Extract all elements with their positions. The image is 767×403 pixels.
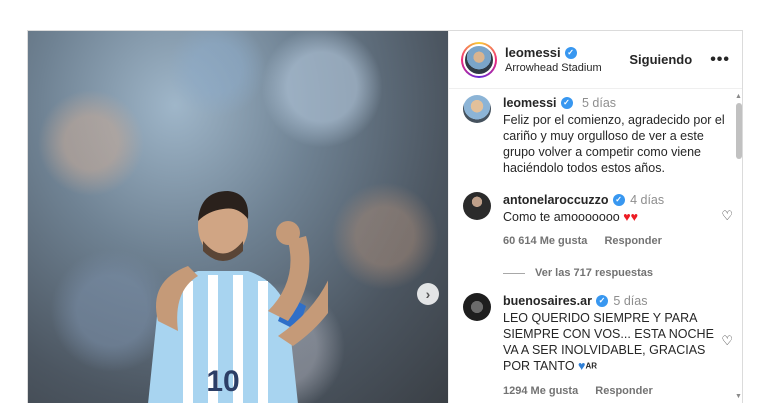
comment-username[interactable]: antonelaroccuzzo: [503, 192, 609, 208]
caption: leomessi ✓ 5 días Feliz por el comienzo,…: [463, 95, 733, 176]
scroll-up-icon[interactable]: ▲: [735, 93, 742, 100]
comment-item: antonelaroccuzzo ✓ 4 días Como te amoooo…: [463, 192, 733, 249]
verified-icon: ✓: [560, 97, 573, 109]
jersey-number: 10: [206, 365, 239, 398]
post-sidebar: leomessi ✓ Arrowhead Stadium Siguiendo •…: [448, 31, 742, 403]
caption-time[interactable]: 5 días: [582, 96, 616, 110]
post-header: leomessi ✓ Arrowhead Stadium Siguiendo •…: [449, 31, 742, 89]
like-comment-heart-icon[interactable]: ♡: [721, 208, 733, 224]
comment-username[interactable]: buenosaires.ar: [503, 293, 592, 309]
comments-scrollbar[interactable]: ▲ ▼: [733, 89, 742, 403]
verified-icon: ✓: [612, 194, 625, 206]
comments-list: leomessi ✓ 5 días Feliz por el comienzo,…: [449, 89, 733, 403]
player-figure: 10: [148, 191, 328, 403]
comment-likes[interactable]: 1294 Me gusta: [503, 385, 578, 397]
scroll-thumb[interactable]: [736, 103, 742, 159]
comment-time[interactable]: 5 días: [613, 294, 647, 308]
comment-text: Como te amooooooo: [503, 210, 620, 224]
post-location[interactable]: Arrowhead Stadium: [505, 62, 629, 74]
carousel-next-button[interactable]: ›: [417, 283, 439, 305]
author-username[interactable]: leomessi: [505, 45, 561, 60]
scroll-down-icon[interactable]: ▼: [735, 393, 742, 400]
comment-text: LEO QUERIDO SIEMPRE Y PARA SIEMPRE CON V…: [503, 311, 714, 373]
comment-item: buenosaires.ar ✓ 5 días LEO QUERIDO SIEM…: [463, 293, 733, 399]
post-photo[interactable]: 10 ›: [28, 31, 448, 403]
caption-text: Feliz por el comienzo, agradecido por el…: [503, 113, 725, 175]
reply-button[interactable]: Responder: [604, 235, 661, 247]
reply-button[interactable]: Responder: [595, 385, 652, 397]
argentina-flag-icon: AR: [585, 361, 598, 371]
verified-icon: ✓: [595, 295, 608, 307]
comment-likes[interactable]: 60 614 Me gusta: [503, 235, 587, 247]
author-avatar[interactable]: [461, 41, 497, 78]
view-replies-button[interactable]: Ver las 717 respuestas: [503, 267, 733, 279]
red-heart-emoji-icon: ♥♥: [623, 210, 639, 224]
following-button[interactable]: Siguiendo: [629, 52, 692, 67]
verified-icon: ✓: [564, 46, 577, 59]
chevron-right-icon: ›: [425, 286, 431, 302]
more-options-icon[interactable]: •••: [710, 51, 730, 69]
comment-time[interactable]: 4 días: [630, 193, 664, 207]
comment-avatar[interactable]: [463, 192, 491, 220]
caption-avatar[interactable]: [463, 95, 491, 123]
caption-username[interactable]: leomessi: [503, 95, 557, 111]
instagram-post: 10 › leomessi ✓ Arrowhead Stadium Siguie…: [27, 30, 743, 403]
comment-avatar[interactable]: [463, 293, 491, 321]
view-replies-label: Ver las 717 respuestas: [535, 267, 654, 279]
like-comment-heart-icon[interactable]: ♡: [721, 333, 733, 349]
divider-line: [503, 272, 525, 274]
